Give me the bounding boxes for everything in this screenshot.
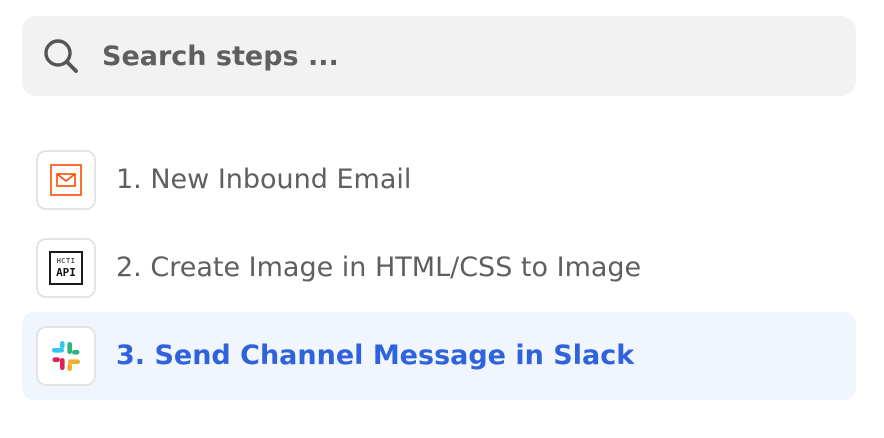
app-icon-hcti: HCTI API — [36, 238, 96, 298]
step-item-send-slack-message[interactable]: 3. Send Channel Message in Slack — [22, 312, 856, 400]
step-label: 3. Send Channel Message in Slack — [116, 340, 635, 371]
hcti-api-icon: HCTI API — [49, 251, 83, 285]
step-item-create-image[interactable]: HCTI API 2. Create Image in HTML/CSS to … — [22, 224, 856, 312]
search-icon — [44, 39, 78, 73]
app-icon-email — [36, 150, 96, 210]
email-icon — [50, 164, 82, 196]
steps-list: 1. New Inbound Email HCTI API 2. Create … — [22, 136, 856, 400]
step-item-new-inbound-email[interactable]: 1. New Inbound Email — [22, 136, 856, 224]
slack-icon — [52, 341, 80, 371]
search-input[interactable] — [102, 16, 822, 96]
app-icon-slack — [36, 326, 96, 386]
step-label: 1. New Inbound Email — [116, 164, 412, 195]
search-bar[interactable] — [22, 16, 856, 96]
step-label: 2. Create Image in HTML/CSS to Image — [116, 252, 642, 283]
